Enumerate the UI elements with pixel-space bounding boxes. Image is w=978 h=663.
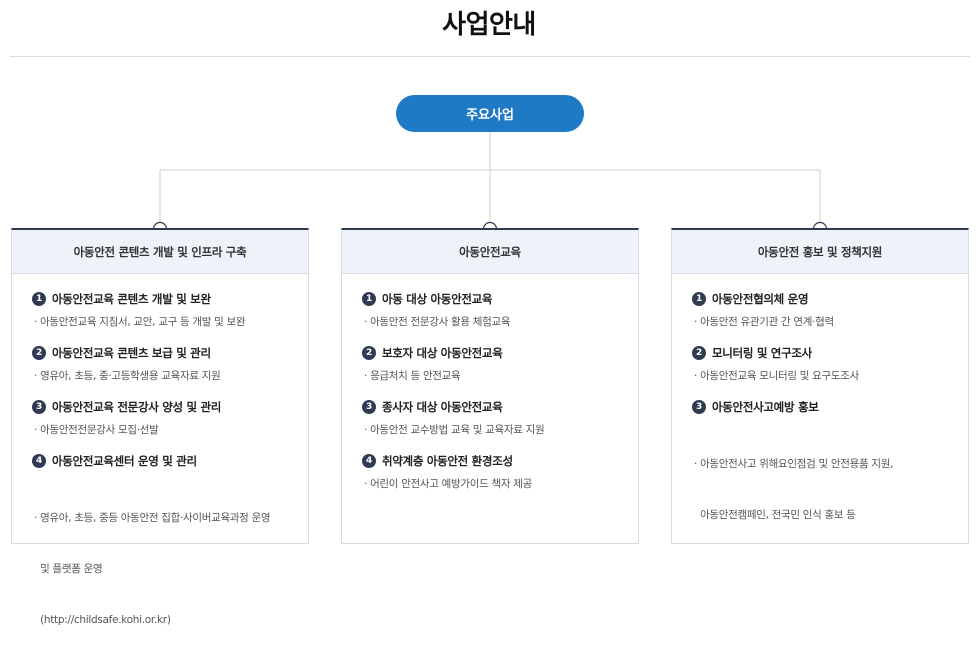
item-title: 아동안전사고예방 홍보 <box>712 400 819 414</box>
number-badge: 4 <box>362 454 376 468</box>
item-description: · 어린이 안전사고 예방가이드 책자 제공 <box>364 478 532 490</box>
item-description: 및 플랫폼 운영 <box>34 563 103 575</box>
item-description: · 아동안전전문강사 모집·선발 <box>34 424 159 436</box>
number-badge: 3 <box>32 400 46 414</box>
column-safety-education: 아동안전교육 1 아동 대상 아동안전교육 · 아동안전 전문강사 활용 체험교육… <box>341 228 639 544</box>
list-item: 1 아동안전협의체 운영 · 아동안전 유관기관 간 연계·협력 <box>692 290 968 331</box>
item-description: · 영유아, 초등, 중등 아동안전 집합·사이버교육과정 운영 <box>34 512 271 524</box>
item-description-link[interactable]: (http://childsafe.kohi.or.kr) <box>34 612 308 629</box>
item-title: 아동안전교육 콘텐츠 개발 및 보완 <box>52 292 211 306</box>
item-title: 보호자 대상 아동안전교육 <box>382 346 503 360</box>
number-badge: 2 <box>362 346 376 360</box>
item-description: · 아동안전 교수방법 교육 및 교육자료 지원 <box>364 424 545 436</box>
list-item: 2 아동안전교육 콘텐츠 보급 및 관리 · 영유아, 초등, 중·고등학생용 교… <box>32 344 308 385</box>
item-title: 아동안전협의체 운영 <box>712 292 809 306</box>
item-title: 종사자 대상 아동안전교육 <box>382 400 503 414</box>
item-description: · 아동안전 유관기관 간 연계·협력 <box>694 316 834 328</box>
item-title: 아동 대상 아동안전교육 <box>382 292 493 306</box>
item-description: · 아동안전사고 위해요인점검 및 안전용품 지원, <box>694 458 894 470</box>
number-badge: 2 <box>692 346 706 360</box>
column-title: 아동안전 콘텐츠 개발 및 인프라 구축 <box>12 230 308 274</box>
list-item: 1 아동안전교육 콘텐츠 개발 및 보완 · 아동안전교육 지침서, 교안, 교구… <box>32 290 308 331</box>
column-title: 아동안전 홍보 및 정책지원 <box>672 230 968 274</box>
number-badge: 3 <box>692 400 706 414</box>
item-title: 취약계층 아동안전 환경조성 <box>382 454 513 468</box>
number-badge: 3 <box>362 400 376 414</box>
item-description: · 영유아, 초등, 중·고등학생용 교육자료 지원 <box>34 370 221 382</box>
item-description: · 아동안전 전문강사 활용 체험교육 <box>364 316 511 328</box>
column-title: 아동안전교육 <box>342 230 638 274</box>
list-item: 3 종사자 대상 아동안전교육 · 아동안전 교수방법 교육 및 교육자료 지원 <box>362 398 638 439</box>
number-badge: 4 <box>32 454 46 468</box>
number-badge: 1 <box>362 292 376 306</box>
column-promotion-policy: 아동안전 홍보 및 정책지원 1 아동안전협의체 운영 · 아동안전 유관기관 간… <box>671 228 969 544</box>
item-description: · 응급처치 등 안전교육 <box>364 370 461 382</box>
number-badge: 2 <box>32 346 46 360</box>
item-title: 아동안전교육센터 운영 및 관리 <box>52 454 197 468</box>
number-badge: 1 <box>32 292 46 306</box>
item-title: 아동안전교육 전문강사 양성 및 관리 <box>52 400 222 414</box>
list-item: 4 취약계층 아동안전 환경조성 · 어린이 안전사고 예방가이드 책자 제공 <box>362 452 638 493</box>
item-description: · 아동안전교육 모니터링 및 요구도조사 <box>694 370 859 382</box>
item-title: 아동안전교육 콘텐츠 보급 및 관리 <box>52 346 211 360</box>
number-badge: 1 <box>692 292 706 306</box>
list-item: 2 모니터링 및 연구조사 · 아동안전교육 모니터링 및 요구도조사 <box>692 344 968 385</box>
item-description: · 아동안전교육 지침서, 교안, 교구 등 개발 및 보완 <box>34 316 246 328</box>
list-item: 4 아동안전교육센터 운영 및 관리 · 영유아, 초등, 중등 아동안전 집합·… <box>32 452 308 663</box>
column-content-infrastructure: 아동안전 콘텐츠 개발 및 인프라 구축 1 아동안전교육 콘텐츠 개발 및 보완… <box>11 228 309 626</box>
main-business-button[interactable]: 주요사업 <box>396 95 584 132</box>
list-item: 3 아동안전사고예방 홍보 · 아동안전사고 위해요인점검 및 안전용품 지원, … <box>692 398 968 558</box>
list-item: 3 아동안전교육 전문강사 양성 및 관리 · 아동안전전문강사 모집·선발 <box>32 398 308 439</box>
list-item: 2 보호자 대상 아동안전교육 · 응급처치 등 안전교육 <box>362 344 638 385</box>
list-item: 1 아동 대상 아동안전교육 · 아동안전 전문강사 활용 체험교육 <box>362 290 638 331</box>
item-description: 아동안전캠페인, 전국민 인식 홍보 등 <box>694 509 856 521</box>
item-title: 모니터링 및 연구조사 <box>712 346 812 360</box>
